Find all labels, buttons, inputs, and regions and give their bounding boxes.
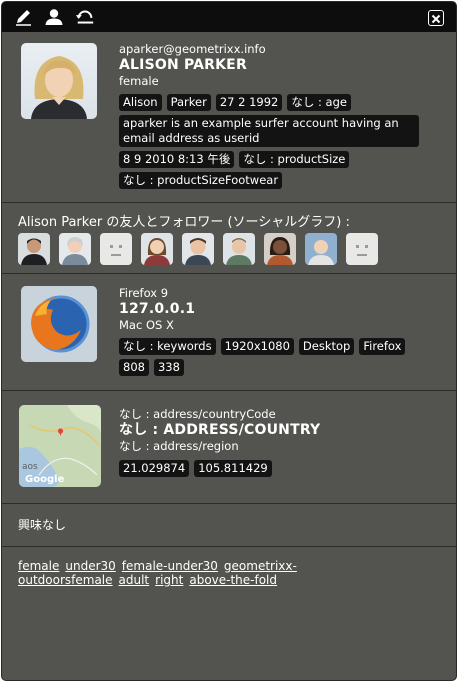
profile-gender: female	[119, 74, 159, 88]
tag-device-type: Desktop	[298, 338, 355, 355]
location-info: なし : address/countryCode なし : ADDRESS/CO…	[119, 407, 439, 481]
tag-width: 808	[119, 359, 149, 376]
segments-section: female under30 female-under30 geometrixx-ou…	[2, 547, 456, 680]
segment-link[interactable]: female-under30	[122, 559, 218, 573]
user-icon[interactable]	[44, 8, 64, 26]
friends-title: Alison Parker の友人とフォロワー (ソーシャルグラフ) :	[18, 215, 350, 230]
profile-avatar[interactable]	[21, 43, 97, 119]
svg-text:aos: aos	[22, 462, 38, 472]
friends-list	[18, 233, 387, 265]
segment-link[interactable]: female	[18, 559, 59, 573]
segment-link[interactable]: female	[71, 573, 112, 587]
tag-resolution: 1920x1080	[220, 338, 294, 355]
close-icon[interactable]	[428, 10, 444, 26]
tag-age: なし : age	[287, 94, 351, 111]
browser-thumbnail[interactable]	[21, 286, 97, 362]
tag-lastname: Parker	[166, 94, 211, 111]
friend-avatar[interactable]	[305, 233, 337, 265]
pencil-icon[interactable]	[14, 8, 34, 26]
profile-section: aparker@geometrixx.info ALISON PARKER fe…	[2, 32, 456, 203]
friends-section: Alison Parker の友人とフォロワー (ソーシャルグラフ) :	[2, 203, 456, 274]
location-section: aos Google なし : address/countryCode なし :…	[2, 391, 456, 504]
tag-product-size: なし : productSize	[239, 151, 350, 168]
map-google-label: Google	[25, 474, 65, 485]
browser-name: Firefox 9	[119, 286, 169, 300]
profile-email: aparker@geometrixx.info	[119, 42, 266, 56]
interests-section: 興味なし	[2, 504, 456, 547]
clientcontext-panel: aparker@geometrixx.info ALISON PARKER fe…	[1, 1, 457, 681]
region: なし : address/region	[119, 439, 239, 453]
interests-text: 興味なし	[18, 518, 67, 532]
country-name: なし : ADDRESS/COUNTRY	[119, 422, 321, 438]
friend-avatar[interactable]	[141, 233, 173, 265]
friend-avatar[interactable]	[59, 233, 91, 265]
ip-address: 127.0.0.1	[119, 301, 196, 317]
friend-avatar[interactable]	[182, 233, 214, 265]
segment-link[interactable]: right	[155, 573, 183, 587]
tag-longitude: 105.811429	[194, 460, 272, 477]
friend-avatar-placeholder[interactable]	[346, 233, 378, 265]
tag-latitude: 21.029874	[119, 460, 190, 477]
segment-link[interactable]: above-the-fold	[189, 573, 277, 587]
tag-height: 338	[153, 359, 184, 376]
profile-name: ALISON PARKER	[119, 57, 247, 73]
friend-avatar[interactable]	[223, 233, 255, 265]
operating-system: Mac OS X	[119, 318, 174, 332]
device-info: Firefox 9 127.0.0.1 Mac OS X なし : keywor…	[119, 286, 439, 380]
tag-date: 8 9 2010 8:13 午後	[119, 151, 235, 168]
segment-link[interactable]: under30	[65, 559, 115, 573]
friend-avatar[interactable]	[18, 233, 50, 265]
device-tags: なし : keywords 1920x1080 Desktop Firefox …	[119, 338, 419, 380]
location-map[interactable]: aos Google	[19, 405, 101, 487]
segment-link[interactable]: adult	[119, 573, 150, 587]
tag-browser: Firefox	[359, 338, 406, 355]
tag-description: aparker is an example surfer account hav…	[119, 115, 419, 147]
tag-product-size-footwear: なし : productSizeFootwear	[119, 172, 283, 189]
profile-info: aparker@geometrixx.info ALISON PARKER fe…	[119, 42, 429, 193]
reset-icon[interactable]	[75, 8, 95, 26]
tag-birthdate: 27 2 1992	[215, 94, 283, 111]
device-section: Firefox 9 127.0.0.1 Mac OS X なし : keywor…	[2, 274, 456, 391]
toolbar	[2, 2, 456, 32]
country-code: なし : address/countryCode	[119, 407, 276, 421]
friend-avatar[interactable]	[264, 233, 296, 265]
friend-avatar-placeholder[interactable]	[100, 233, 132, 265]
profile-tags: Alison Parker 27 2 1992 なし : age aparker…	[119, 94, 429, 193]
tag-firstname: Alison	[119, 94, 162, 111]
segment-links: female under30 female-under30 geometrixx-ou…	[18, 559, 318, 587]
coordinate-tags: 21.029874 105.811429	[119, 460, 439, 481]
tag-keywords: なし : keywords	[119, 338, 216, 355]
